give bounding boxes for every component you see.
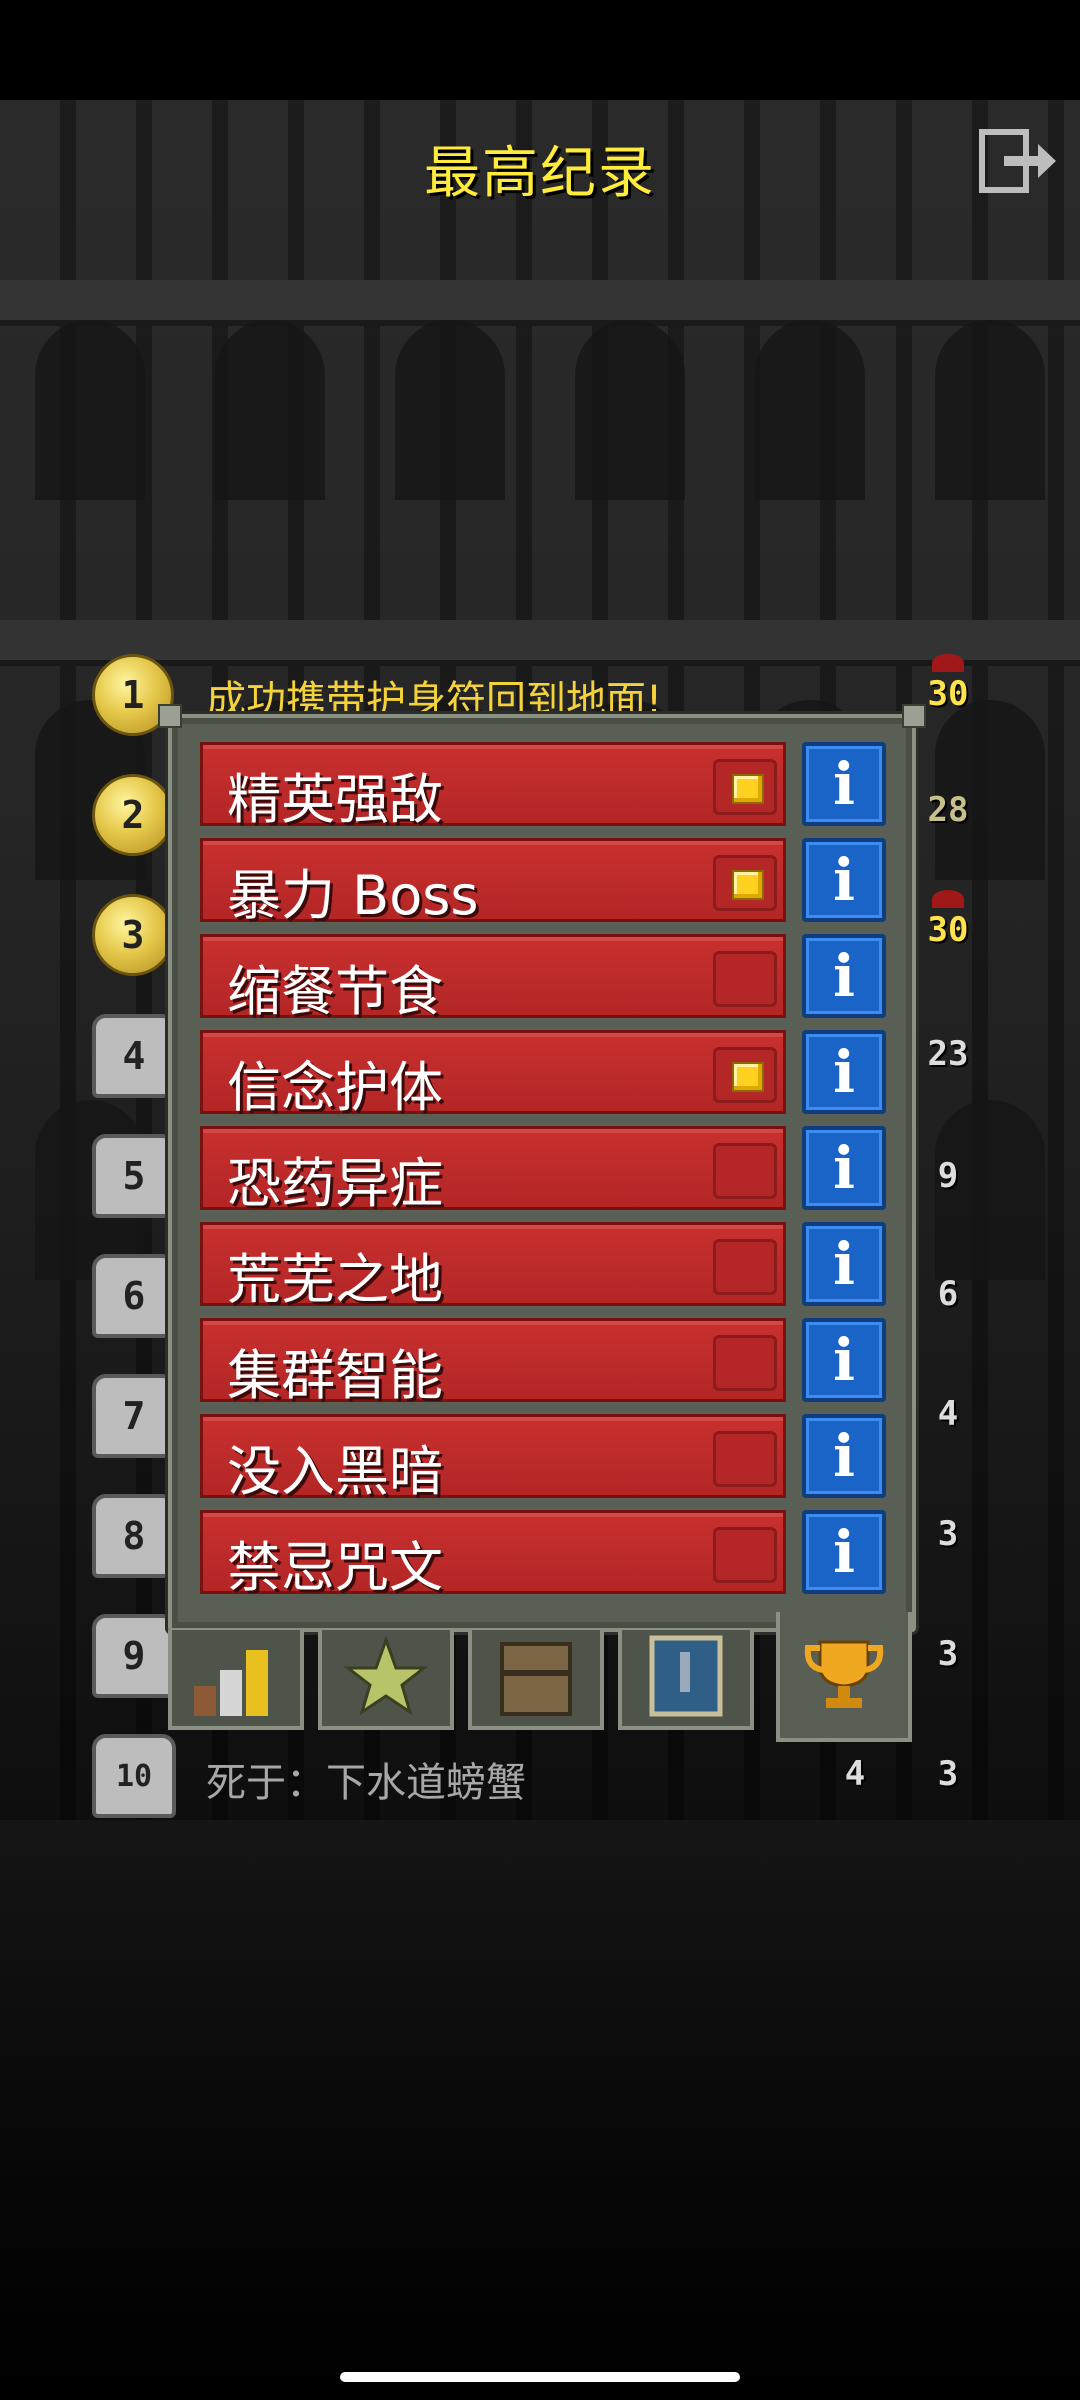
record-10-level: 4	[844, 1754, 866, 1794]
challenge-row: 缩餐节食 i	[200, 934, 886, 1023]
challenge-checkbox[interactable]	[713, 1239, 777, 1295]
challenge-row: 信念护体 i	[200, 1030, 886, 1119]
info-button[interactable]: i	[802, 1126, 886, 1210]
rank-badge-5: 5	[92, 1134, 176, 1218]
challenge-label: 缩餐节食	[227, 960, 443, 1023]
info-button[interactable]: i	[802, 838, 886, 922]
rank-badge-9: 9	[92, 1614, 176, 1698]
record-7-depth: 4	[937, 1394, 959, 1434]
record-8-depth: 3	[937, 1514, 959, 1554]
challenge-checkbox[interactable]	[713, 1527, 777, 1583]
challenge-row: 荒芜之地 i	[200, 1222, 886, 1311]
challenge-checkbox[interactable]	[713, 951, 777, 1007]
challenge-label: 集群智能	[227, 1344, 443, 1407]
record-10-depth: 3	[937, 1754, 959, 1794]
challenge-toggle-8[interactable]: 没入黑暗	[200, 1414, 786, 1503]
challenge-checkbox[interactable]	[713, 1047, 777, 1103]
rank-badge-3: 3	[92, 894, 174, 976]
page-title: 最高纪录	[424, 141, 656, 206]
challenge-checkbox[interactable]	[713, 1431, 777, 1487]
exit-icon	[979, 129, 1056, 193]
challenge-label: 没入黑暗	[227, 1440, 443, 1503]
challenge-checkbox[interactable]	[713, 855, 777, 911]
challenge-label: 信念护体	[227, 1056, 443, 1119]
challenge-toggle-5[interactable]: 恐药异症	[200, 1126, 786, 1215]
info-button[interactable]: i	[802, 742, 886, 826]
info-button[interactable]: i	[802, 1414, 886, 1498]
challenge-row: 没入黑暗 i	[200, 1414, 886, 1503]
challenge-toggle-7[interactable]: 集群智能	[200, 1318, 786, 1407]
challenge-label: 禁忌咒文	[227, 1536, 443, 1599]
challenge-checkbox[interactable]	[713, 759, 777, 815]
challenge-label: 恐药异症	[227, 1152, 443, 1215]
challenges-panel: 精英强敌 i 暴力 Boss i 缩餐节食 i 信念护体 i 恐药异症 i 荒芜…	[158, 704, 926, 1632]
challenge-toggle-3[interactable]: 缩餐节食	[200, 934, 786, 1023]
info-button[interactable]: i	[802, 1318, 886, 1402]
record-10-description: 死于：下水道螃蟹	[206, 1760, 526, 1806]
trophy-icon	[804, 1640, 884, 1708]
floor-shadow	[0, 1820, 1080, 2400]
chest-icon	[500, 1642, 572, 1716]
rank-badge-6: 6	[92, 1254, 176, 1338]
rank-badge-2: 2	[92, 774, 174, 856]
record-2-depth: 28	[927, 790, 969, 830]
record-5-depth: 9	[937, 1156, 959, 1196]
rank-badge-7: 7	[92, 1374, 176, 1458]
record-9-depth: 3	[937, 1634, 959, 1674]
rank-badge-8: 8	[92, 1494, 176, 1578]
exit-button[interactable]	[978, 128, 1058, 194]
challenge-row: 禁忌咒文 i	[200, 1510, 886, 1599]
tab-chest[interactable]	[468, 1630, 604, 1730]
info-button[interactable]: i	[802, 1222, 886, 1306]
challenge-checkbox[interactable]	[713, 1335, 777, 1391]
rank-badge-4: 4	[92, 1014, 176, 1098]
challenge-row: 集群智能 i	[200, 1318, 886, 1407]
challenge-row: 暴力 Boss i	[200, 838, 886, 927]
challenge-toggle-2[interactable]: 暴力 Boss	[200, 838, 786, 927]
tab-stats[interactable]	[168, 1630, 304, 1730]
challenge-toggle-1[interactable]: 精英强敌	[200, 742, 786, 831]
challenge-label: 精英强敌	[227, 768, 443, 831]
challenge-toggle-4[interactable]: 信念护体	[200, 1030, 786, 1119]
home-indicator[interactable]	[340, 2372, 740, 2382]
challenge-row: 恐药异症 i	[200, 1126, 886, 1215]
journal-icon	[649, 1635, 723, 1717]
record-4-depth: 23	[927, 1034, 969, 1074]
info-button[interactable]: i	[802, 1510, 886, 1594]
challenge-label: 暴力 Boss	[227, 864, 479, 927]
info-button[interactable]: i	[802, 934, 886, 1018]
record-1-depth: 30	[918, 654, 978, 724]
tab-journal[interactable]	[618, 1630, 754, 1730]
badges-icon	[343, 1635, 429, 1716]
record-6-depth: 6	[937, 1274, 959, 1314]
rank-badge-10: 10	[92, 1734, 176, 1818]
record-3-depth: 30	[918, 890, 978, 960]
challenge-label: 荒芜之地	[227, 1248, 443, 1311]
stats-icon	[194, 1650, 268, 1716]
challenge-row: 精英强敌 i	[200, 742, 886, 831]
challenge-toggle-9[interactable]: 禁忌咒文	[200, 1510, 786, 1599]
tab-badges[interactable]	[318, 1630, 454, 1730]
info-button[interactable]: i	[802, 1030, 886, 1114]
challenge-checkbox[interactable]	[713, 1143, 777, 1199]
tab-rankings[interactable]	[776, 1612, 912, 1742]
challenge-toggle-6[interactable]: 荒芜之地	[200, 1222, 786, 1311]
